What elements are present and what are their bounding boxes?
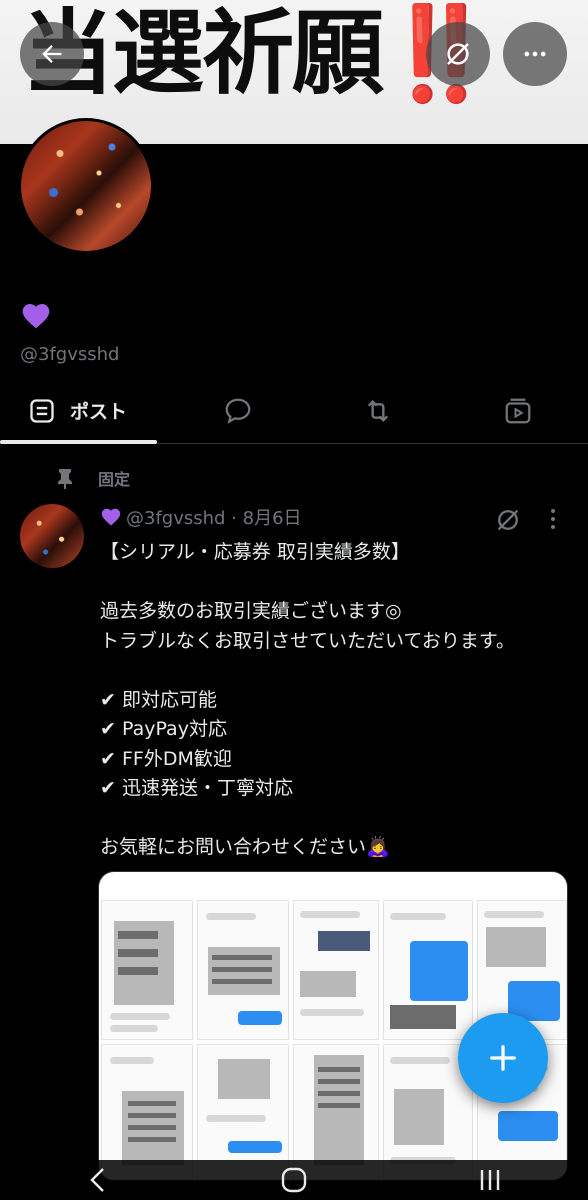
pinned-indicator: 固定 <box>56 466 130 490</box>
tab-media[interactable] <box>448 378 588 443</box>
grok-icon <box>497 509 519 531</box>
chat-screenshot <box>293 900 379 1040</box>
tab-replies[interactable] <box>168 378 308 443</box>
nav-recents-button[interactable] <box>460 1166 520 1194</box>
banner-text: 当選祈願‼️ <box>22 0 497 107</box>
reply-icon <box>225 398 251 424</box>
compose-post-button[interactable] <box>458 1013 548 1103</box>
post-handle-date[interactable]: @3fgvsshd · 8月6日 <box>126 504 302 530</box>
purple-heart-icon <box>101 508 121 526</box>
post-more-button[interactable] <box>546 506 560 538</box>
post-avatar[interactable] <box>20 504 84 568</box>
tab-posts[interactable]: ポスト <box>0 378 168 444</box>
profile-handle: @3fgvsshd <box>20 344 120 365</box>
nav-home-button[interactable] <box>264 1166 324 1194</box>
post-grok-button[interactable] <box>494 506 522 538</box>
chat-screenshot <box>197 900 289 1040</box>
chat-screenshot <box>101 900 193 1040</box>
more-vertical-icon <box>551 509 555 529</box>
media-icon <box>505 398 531 423</box>
purple-heart-icon <box>22 304 50 329</box>
repost-icon <box>367 399 389 422</box>
active-tab-indicator <box>0 440 157 444</box>
nav-home-icon <box>281 1167 307 1193</box>
back-button[interactable] <box>20 22 84 86</box>
post-header: @3fgvsshd · 8月6日 <box>100 504 302 530</box>
posts-icon <box>30 398 54 423</box>
profile-tabs: ポスト <box>0 378 588 444</box>
tab-posts-label: ポスト <box>70 401 128 423</box>
more-button[interactable] <box>503 22 567 86</box>
grok-icon <box>447 43 469 65</box>
nav-back-icon <box>90 1168 104 1192</box>
tab-reposts[interactable] <box>308 378 448 443</box>
system-navigation-bar <box>0 1160 588 1200</box>
post-text: 【シリアル・応募券 取引実績多数】 過去多数のお取引実績ございます◎ トラブルな… <box>100 541 515 858</box>
pin-icon <box>58 469 72 489</box>
plus-icon <box>490 1045 516 1071</box>
more-horizontal-icon <box>524 51 546 57</box>
grok-button[interactable] <box>426 22 490 86</box>
nav-back-button[interactable] <box>68 1166 128 1194</box>
nav-recents-icon <box>480 1170 500 1190</box>
arrow-left-icon <box>42 45 62 63</box>
profile-avatar[interactable] <box>18 118 154 254</box>
chat-screenshot <box>383 900 473 1040</box>
pinned-label: 固定 <box>98 470 131 489</box>
